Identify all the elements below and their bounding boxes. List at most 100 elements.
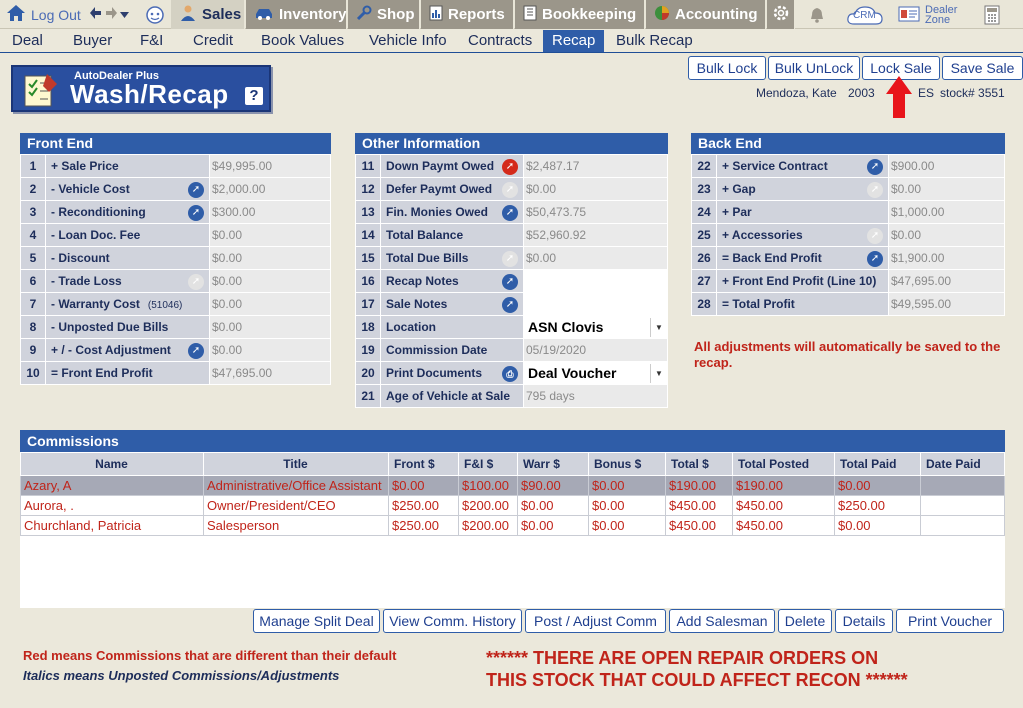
commission-total-paid: $0.00 xyxy=(834,475,921,496)
module-tab-inventory[interactable]: Inventory xyxy=(246,0,347,29)
module-tab-shop[interactable]: Shop xyxy=(348,0,420,29)
gap-value[interactable]: $0.00 xyxy=(888,177,1005,201)
tab-buyer[interactable]: Buyer xyxy=(68,30,117,52)
chevron-down-icon[interactable]: ▼ xyxy=(650,317,667,337)
cost-adjustment-value[interactable]: $0.00 xyxy=(209,338,331,362)
user-avatar-icon[interactable] xyxy=(145,0,165,29)
print-documents-select[interactable]: Deal Voucher ▼ xyxy=(523,361,668,385)
commission-name[interactable]: Azary, A xyxy=(20,475,204,496)
chevron-down-icon[interactable]: ▼ xyxy=(650,363,667,383)
col-title[interactable]: Title xyxy=(203,452,389,476)
line-number: 23 xyxy=(691,177,717,201)
add-salesman-button[interactable]: Add Salesman xyxy=(669,609,775,633)
line-label-text: Recap Notes xyxy=(386,274,459,288)
commission-date-value[interactable]: 05/19/2020 xyxy=(523,338,668,362)
service-contract-value[interactable]: $900.00 xyxy=(888,154,1005,178)
crm-link[interactable]: CRM xyxy=(846,0,884,29)
accessories-link-icon: ➚ xyxy=(867,228,883,244)
unposted-due-bills-value[interactable]: $0.00 xyxy=(209,315,331,339)
discount-value[interactable]: $0.00 xyxy=(209,246,331,270)
sale-notes-link-icon[interactable]: ➚ xyxy=(502,297,518,313)
par-value[interactable]: $1,000.00 xyxy=(888,200,1005,224)
back-arrow-icon[interactable] xyxy=(90,6,102,24)
bulk-lock-button[interactable]: Bulk Lock xyxy=(688,56,766,80)
tab-recap[interactable]: Recap xyxy=(543,30,605,52)
manage-split-deal-button[interactable]: Manage Split Deal xyxy=(253,609,380,633)
finance-monies-link-icon[interactable]: ➚ xyxy=(502,205,518,221)
reconditioning-value[interactable]: $300.00 xyxy=(209,200,331,224)
other-info-row: 20 Print Documents ⎙ Deal Voucher ▼ xyxy=(355,361,668,385)
print-documents-select-box[interactable]: Deal Voucher ▼ xyxy=(526,362,667,384)
save-sale-button[interactable]: Save Sale xyxy=(942,56,1023,80)
sale-notes-value[interactable] xyxy=(523,292,668,316)
location-select-box[interactable]: ASN Clovis ▼ xyxy=(526,316,667,338)
trade-loss-value[interactable]: $0.00 xyxy=(209,269,331,293)
col-total-paid[interactable]: Total Paid xyxy=(834,452,921,476)
col-date-paid[interactable]: Date Paid xyxy=(920,452,1005,476)
reconditioning-link-icon[interactable]: ➚ xyxy=(188,205,204,221)
forward-arrow-icon[interactable] xyxy=(105,6,117,24)
logout-link[interactable]: Log Out xyxy=(6,0,81,29)
table-row[interactable]: Azary, A Administrative/Office Assistant… xyxy=(20,475,1005,496)
commission-total-paid: $250.00 xyxy=(834,495,921,516)
tab-credit[interactable]: Credit xyxy=(188,30,238,52)
settings-tab[interactable] xyxy=(767,0,795,29)
notifications-bell-icon[interactable] xyxy=(808,0,826,29)
dealer-zone-link[interactable]: Dealer Zone xyxy=(898,0,957,29)
col-fi[interactable]: F&I $ xyxy=(458,452,518,476)
location-select[interactable]: ASN Clovis ▼ xyxy=(523,315,668,339)
details-button[interactable]: Details xyxy=(835,609,893,633)
loan-doc-fee-value[interactable]: $0.00 xyxy=(209,223,331,247)
print-voucher-button[interactable]: Print Voucher xyxy=(896,609,1004,633)
defer-payment-owed-value: $0.00 xyxy=(523,177,668,201)
col-total[interactable]: Total $ xyxy=(665,452,733,476)
other-info-row: 21 Age of Vehicle at Sale 795 days xyxy=(355,384,668,408)
gear-icon xyxy=(772,4,790,26)
history-dropdown-icon[interactable] xyxy=(120,6,129,23)
col-warranty[interactable]: Warr $ xyxy=(517,452,589,476)
tab-vehicle-info[interactable]: Vehicle Info xyxy=(364,30,452,52)
module-tab-accounting[interactable]: Accounting xyxy=(646,0,766,29)
module-tab-bookkeeping[interactable]: Bookkeeping xyxy=(515,0,645,29)
module-tab-sales[interactable]: Sales xyxy=(171,0,245,29)
bulk-unlock-button[interactable]: Bulk UnLock xyxy=(768,56,860,80)
sale-price-value[interactable]: $49,995.00 xyxy=(209,154,331,178)
table-row[interactable]: Aurora, . Owner/President/CEO $250.00 $2… xyxy=(20,495,1005,516)
line-number: 26 xyxy=(691,246,717,270)
post-adjust-comm-button[interactable]: Post / Adjust Comm xyxy=(525,609,666,633)
commission-name[interactable]: Aurora, . xyxy=(20,495,204,516)
recap-notes-value[interactable] xyxy=(523,269,668,293)
col-name[interactable]: Name xyxy=(20,452,204,476)
tab-fi[interactable]: F&I xyxy=(135,30,168,52)
col-total-posted[interactable]: Total Posted xyxy=(732,452,835,476)
tab-bulk-recap[interactable]: Bulk Recap xyxy=(611,30,698,52)
tab-deal[interactable]: Deal xyxy=(7,30,48,52)
calculator-icon[interactable] xyxy=(984,0,1000,29)
col-front[interactable]: Front $ xyxy=(388,452,459,476)
module-tab-reports[interactable]: Reports xyxy=(421,0,514,29)
service-contract-link-icon[interactable]: ➚ xyxy=(867,159,883,175)
table-row[interactable]: Churchland, Patricia Salesperson $250.00… xyxy=(20,515,1005,536)
back-end-profit-link-icon[interactable]: ➚ xyxy=(867,251,883,267)
back-end-row: 26 = Back End Profit ➚ $1,900.00 xyxy=(691,246,1005,270)
help-icon[interactable]: ? xyxy=(245,87,263,105)
tab-contracts[interactable]: Contracts xyxy=(463,30,537,52)
line-label-text: - Reconditioning xyxy=(51,205,146,219)
tab-book-values[interactable]: Book Values xyxy=(256,30,349,52)
history-navigation xyxy=(90,0,129,29)
cost-adjustment-link-icon[interactable]: ➚ xyxy=(188,343,204,359)
view-comm-history-button[interactable]: View Comm. History xyxy=(383,609,522,633)
accessories-value[interactable]: $0.00 xyxy=(888,223,1005,247)
delete-button[interactable]: Delete xyxy=(778,609,832,633)
commission-name[interactable]: Churchland, Patricia xyxy=(20,515,204,536)
print-documents-selected-value: Deal Voucher xyxy=(528,365,617,381)
down-payment-alert-icon[interactable]: ➚ xyxy=(502,159,518,175)
warranty-cost-value[interactable]: $0.00 xyxy=(209,292,331,316)
recap-notes-link-icon[interactable]: ➚ xyxy=(502,274,518,290)
car-icon xyxy=(254,6,274,24)
vehicle-cost-value[interactable]: $2,000.00 xyxy=(209,177,331,201)
col-bonus[interactable]: Bonus $ xyxy=(588,452,666,476)
other-info-row: 14 Total Balance $52,960.92 xyxy=(355,223,668,247)
vehicle-cost-link-icon[interactable]: ➚ xyxy=(188,182,204,198)
printer-icon[interactable]: ⎙ xyxy=(502,366,518,382)
